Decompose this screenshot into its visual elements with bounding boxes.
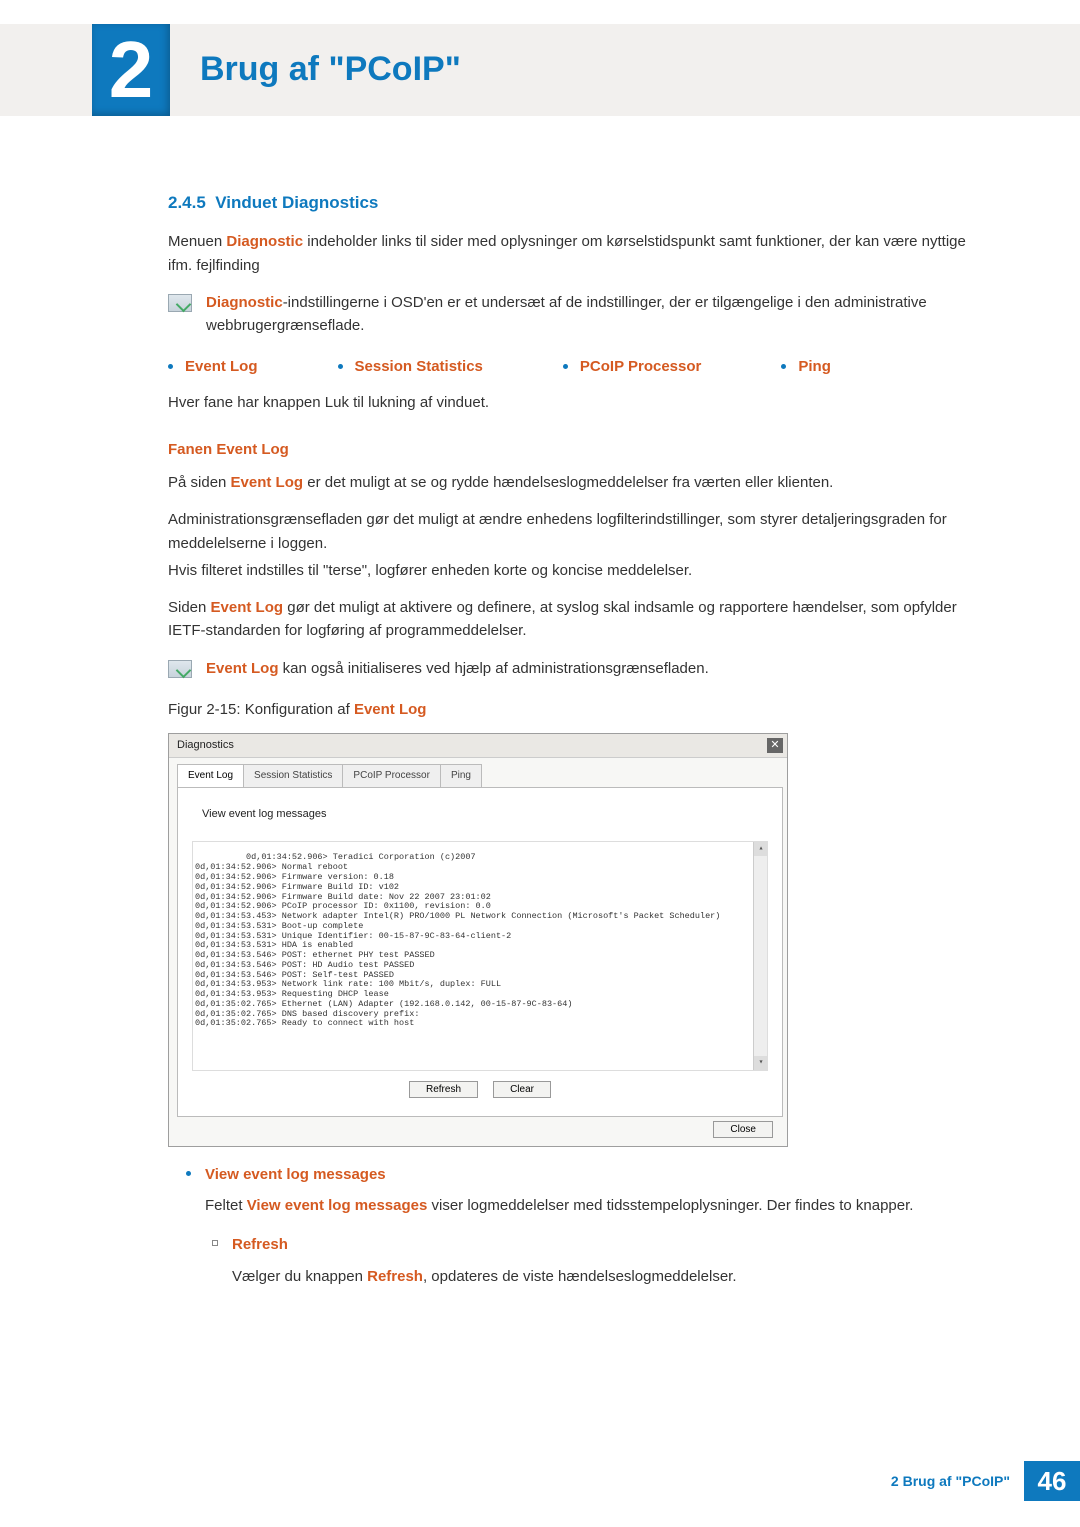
close-icon[interactable]: ✕ <box>767 738 783 753</box>
label: Ping <box>798 355 831 378</box>
paragraph: Hvis filteret indstilles til "terse", lo… <box>168 559 990 582</box>
figure-caption: Figur 2-15: Konfiguration af Event Log <box>168 698 990 721</box>
text: kan også initialiseres ved hjælp af admi… <box>279 660 709 677</box>
info-note: Diagnostic-indstillingerne i OSD'en er e… <box>168 291 990 338</box>
scroll-down-icon[interactable]: ▾ <box>754 1056 768 1070</box>
sub-bullet-label: Refresh <box>232 1233 288 1256</box>
section-number: 2.4.5 <box>168 193 206 212</box>
section-heading: 2.4.5 Vinduet Diagnostics <box>168 190 990 216</box>
event-log-label: Event Log <box>231 474 304 491</box>
bullet-label: View event log messages <box>205 1163 386 1186</box>
label: Session Statistics <box>355 355 483 378</box>
text: På siden <box>168 474 231 491</box>
note-text: Event Log kan også initialiseres ved hjæ… <box>206 657 709 680</box>
tab-link-pcoip-processor[interactable]: PCoIP Processor <box>563 355 701 378</box>
text: , opdateres de viste hændelseslogmeddele… <box>423 1268 737 1285</box>
text: Siden <box>168 599 211 616</box>
text: Vælger du knappen <box>232 1268 367 1285</box>
event-log-label: Event Log <box>354 701 427 718</box>
tab-session-statistics[interactable]: Session Statistics <box>243 764 343 787</box>
note-icon <box>168 660 192 678</box>
content-area: 2.4.5 Vinduet Diagnostics Menuen Diagnos… <box>168 190 990 1288</box>
text: Feltet <box>205 1197 247 1214</box>
text: -indstillingerne i OSD'en er et undersæt… <box>206 294 927 334</box>
paragraph: Administrationsgrænsefladen gør det muli… <box>168 508 990 555</box>
paragraph: Siden Event Log gør det muligt at aktive… <box>168 596 990 643</box>
text: Figur 2-15: Konfiguration af <box>168 701 354 718</box>
refresh-button[interactable]: Refresh <box>409 1081 478 1098</box>
event-log-label: Event Log <box>206 660 279 677</box>
event-log-output[interactable]: 0d,01:34:52.906> Teradici Corporation (c… <box>192 841 768 1071</box>
tab-event-log[interactable]: Event Log <box>177 764 244 787</box>
dialog-button-row: Refresh Clear <box>192 1071 768 1106</box>
dialog-title: Diagnostics <box>177 737 234 754</box>
page-title: Brug af "PCoIP" <box>200 50 461 89</box>
refresh-label: Refresh <box>367 1268 423 1285</box>
bullet-view-event-log: View event log messages <box>186 1163 990 1190</box>
square-bullet-icon <box>212 1240 218 1246</box>
footer-text: 2 Brug af "PCoIP" <box>891 1473 1010 1489</box>
tab-link-event-log[interactable]: Event Log <box>168 355 258 378</box>
bullet-icon <box>186 1171 191 1176</box>
chapter-number: 2 <box>92 24 170 116</box>
bullet-body: View event log messages <box>205 1163 386 1190</box>
tab-pcoip-processor[interactable]: PCoIP Processor <box>342 764 441 787</box>
scroll-up-icon[interactable]: ▴ <box>754 842 768 856</box>
event-log-label: Event Log <box>211 599 284 616</box>
dialog-pane: View event log messages 0d,01:34:52.906>… <box>177 787 783 1117</box>
page-number: 46 <box>1024 1461 1080 1501</box>
note-icon <box>168 294 192 312</box>
document-page: 2 Brug af "PCoIP" 2.4.5 Vinduet Diagnost… <box>0 0 1080 1527</box>
scrollbar[interactable]: ▴ ▾ <box>753 842 767 1070</box>
tab-link-session-statistics[interactable]: Session Statistics <box>338 355 483 378</box>
subsection-heading: Fanen Event Log <box>168 438 990 461</box>
sub-bullet-body: Refresh <box>232 1233 288 1260</box>
info-note: Event Log kan også initialiseres ved hjæ… <box>168 657 990 680</box>
text: gør det muligt at aktivere og definere, … <box>168 599 957 639</box>
dialog-titlebar: Diagnostics ✕ <box>169 734 787 758</box>
tab-ping[interactable]: Ping <box>440 764 482 787</box>
label: Event Log <box>185 355 258 378</box>
text: Menuen <box>168 233 226 250</box>
paragraph: På siden Event Log er det muligt at se o… <box>168 471 990 494</box>
intro-paragraph: Menuen Diagnostic indeholder links til s… <box>168 230 990 277</box>
sub-bullet-paragraph: Vælger du knappen Refresh, opdateres de … <box>232 1265 990 1288</box>
bullet-paragraph: Feltet View event log messages viser log… <box>205 1194 990 1217</box>
page-footer: 2 Brug af "PCoIP" 46 <box>891 1461 1080 1501</box>
dialog-subtitle: View event log messages <box>202 806 764 823</box>
label: PCoIP Processor <box>580 355 701 378</box>
log-text: 0d,01:34:52.906> Teradici Corporation (c… <box>195 852 720 1028</box>
close-button[interactable]: Close <box>713 1121 773 1138</box>
dialog-footer: Close <box>169 1121 787 1146</box>
text: er det muligt at se og rydde hændelseslo… <box>303 474 833 491</box>
note-text: Diagnostic-indstillingerne i OSD'en er e… <box>206 291 990 338</box>
tab-link-ping[interactable]: Ping <box>781 355 831 378</box>
section-title: Vinduet Diagnostics <box>215 193 378 212</box>
diagnostic-label: Diagnostic <box>226 233 303 250</box>
diagnostics-dialog: Diagnostics ✕ Event Log Session Statisti… <box>168 733 788 1147</box>
text: Hver fane har knappen Luk til lukning af… <box>168 391 990 414</box>
diagnostic-label: Diagnostic <box>206 294 283 311</box>
text: viser logmeddelelser med tidsstempeloply… <box>427 1197 913 1214</box>
clear-button[interactable]: Clear <box>493 1081 551 1098</box>
sub-bullet-refresh: Refresh <box>212 1233 990 1260</box>
tab-link-list: Event Log Session Statistics PCoIP Proce… <box>168 355 990 378</box>
view-event-log-label: View event log messages <box>247 1197 428 1214</box>
dialog-tablist: Event Log Session Statistics PCoIP Proce… <box>177 764 783 787</box>
